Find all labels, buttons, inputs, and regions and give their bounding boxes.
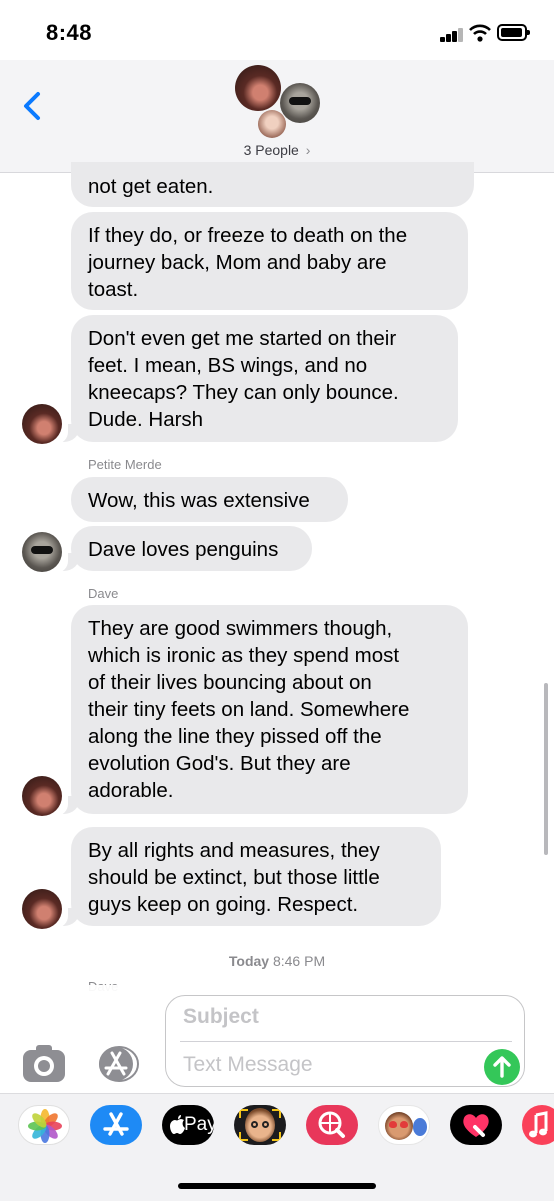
group-avatar-2[interactable] bbox=[280, 83, 320, 123]
app-store-button[interactable] bbox=[94, 1044, 140, 1084]
camera-icon bbox=[23, 1045, 65, 1082]
timestamp-day: Today bbox=[228, 953, 270, 969]
camera-button[interactable] bbox=[23, 1045, 65, 1082]
clock: 8:48 bbox=[46, 20, 93, 45]
send-button[interactable] bbox=[484, 1049, 520, 1085]
app-store-icon bbox=[99, 1046, 139, 1082]
text-message-field[interactable]: Text Message bbox=[183, 1053, 313, 1077]
music-app[interactable] bbox=[522, 1105, 554, 1145]
people-count-label: 3 People bbox=[243, 142, 299, 158]
group-people-button[interactable]: 3 People › bbox=[0, 142, 554, 158]
contact-avatar[interactable] bbox=[22, 889, 62, 929]
chevron-right-icon: › bbox=[305, 142, 311, 158]
memoji-icon bbox=[245, 1108, 275, 1142]
compose-divider bbox=[180, 1041, 512, 1042]
group-avatar-3[interactable] bbox=[258, 110, 286, 138]
globe-search-icon bbox=[318, 1111, 345, 1138]
contact-avatar[interactable] bbox=[22, 404, 62, 444]
group-avatar-1[interactable] bbox=[235, 65, 281, 111]
app-store-icon bbox=[103, 1112, 129, 1136]
message-compose-box[interactable]: Subject Text Message bbox=[165, 995, 525, 1087]
message-bubble[interactable]: not get eaten. bbox=[71, 162, 474, 207]
wifi-icon bbox=[469, 24, 491, 42]
timestamp-time: 8:46 PM bbox=[272, 953, 326, 969]
message-bubble[interactable]: By all rights and measures, they should … bbox=[71, 827, 441, 926]
digital-touch-app[interactable] bbox=[450, 1105, 502, 1145]
contact-avatar[interactable] bbox=[22, 776, 62, 816]
subject-field[interactable]: Subject bbox=[183, 1005, 259, 1029]
message-bubble[interactable]: Don't even get me started on their feet.… bbox=[71, 315, 458, 442]
conversation-header: 3 People › bbox=[0, 60, 554, 173]
message-bubble[interactable]: Dave loves penguins bbox=[71, 526, 312, 571]
sender-name: Dave bbox=[88, 586, 119, 601]
memoji-stickers-app[interactable] bbox=[378, 1105, 430, 1145]
home-indicator[interactable] bbox=[178, 1183, 376, 1189]
timestamp: Today 8:46 PM bbox=[0, 953, 554, 969]
app-store-app[interactable] bbox=[90, 1105, 142, 1145]
apple-pay-label: Pay bbox=[184, 1114, 214, 1135]
photos-icon bbox=[28, 1109, 62, 1143]
apple-pay-app[interactable]: Pay bbox=[162, 1105, 214, 1145]
battery-icon bbox=[497, 24, 530, 41]
cellular-signal-icon bbox=[440, 28, 464, 42]
heart-touch-icon bbox=[463, 1114, 489, 1137]
sender-name: Petite Merde bbox=[88, 457, 162, 472]
images-search-app[interactable] bbox=[306, 1105, 358, 1145]
message-bubble[interactable]: If they do, or freeze to death on the jo… bbox=[71, 212, 468, 310]
back-chevron-icon[interactable] bbox=[18, 86, 48, 126]
photos-app[interactable] bbox=[18, 1105, 70, 1145]
message-bubble[interactable]: They are good swimmers though, which is … bbox=[71, 605, 468, 814]
arrow-up-icon bbox=[493, 1056, 511, 1078]
memoji-app[interactable] bbox=[234, 1105, 286, 1145]
status-bar: 8:48 bbox=[0, 0, 554, 60]
contact-avatar[interactable] bbox=[22, 532, 62, 572]
scrollbar[interactable] bbox=[544, 683, 548, 855]
message-bubble[interactable]: Wow, this was extensive bbox=[71, 477, 348, 522]
music-note-icon bbox=[529, 1111, 548, 1138]
